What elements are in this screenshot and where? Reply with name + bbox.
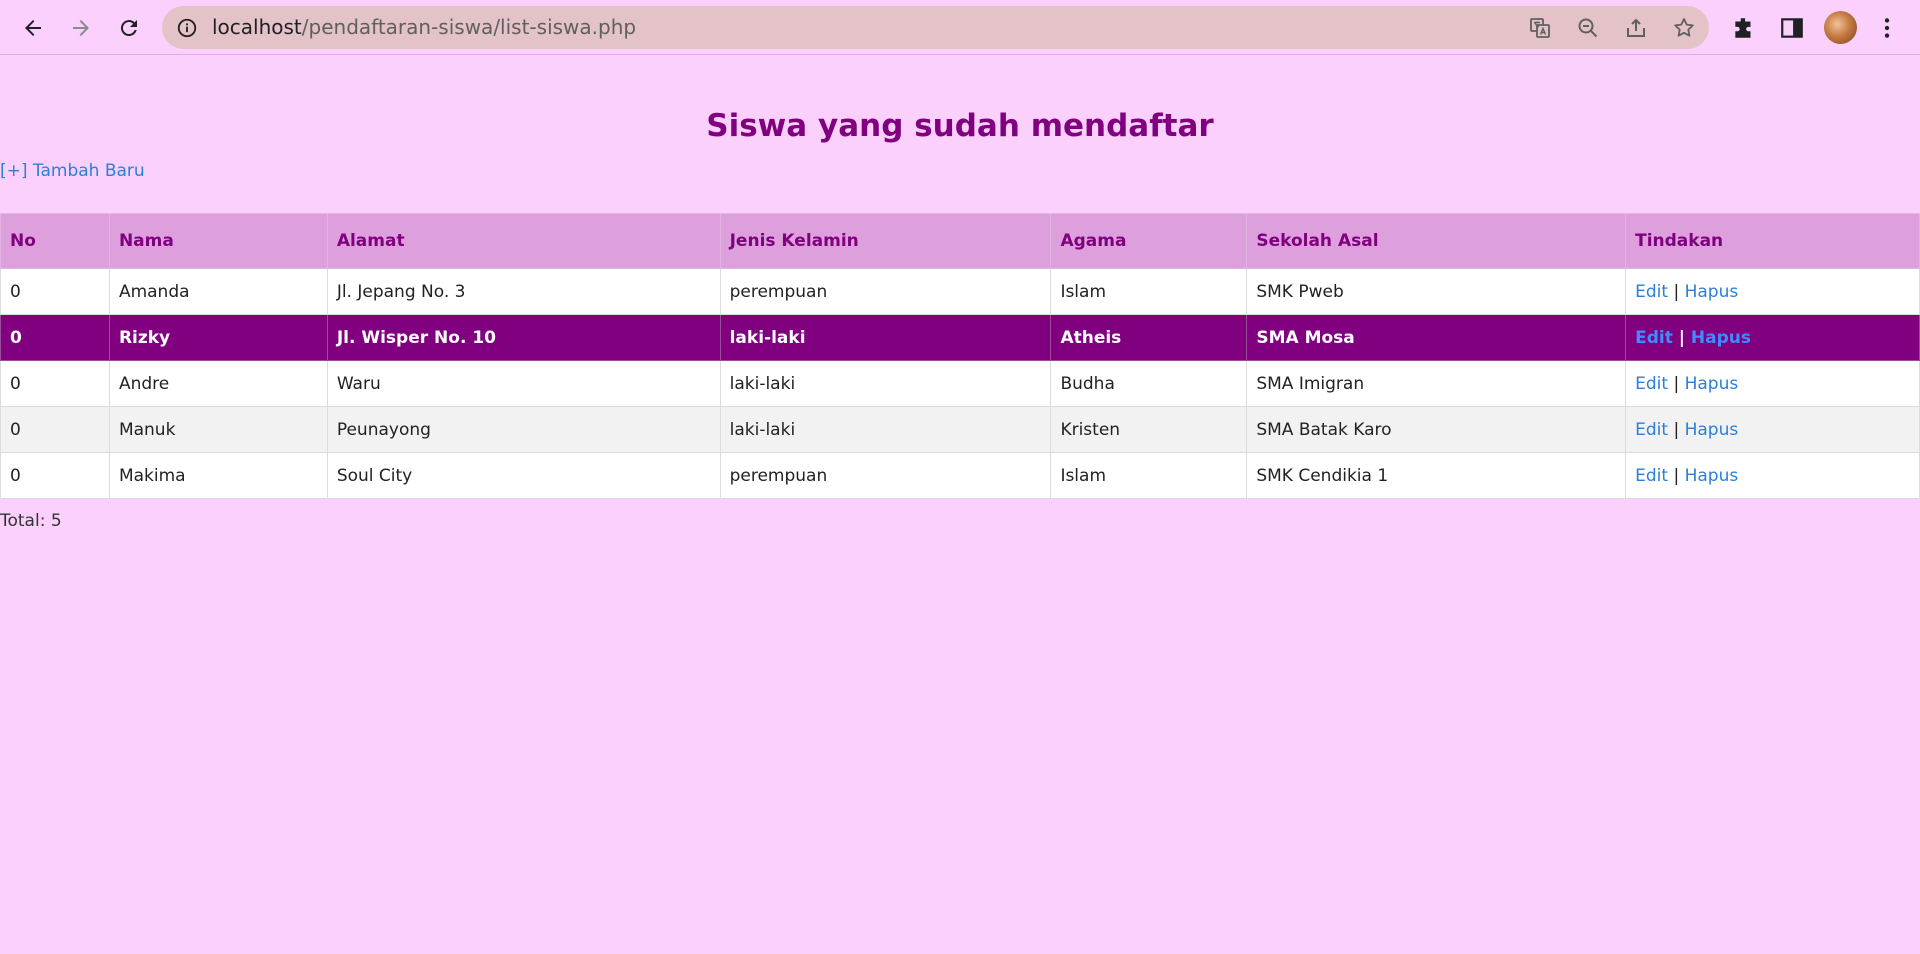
- header-sekolah-asal: Sekolah Asal: [1246, 213, 1627, 269]
- header-jenis-kelamin: Jenis Kelamin: [719, 213, 1052, 269]
- action-separator: |: [1673, 373, 1680, 394]
- forward-button[interactable]: [61, 8, 101, 48]
- browser-toolbar: localhost/pendaftaran-siswa/list-siswa.p…: [0, 0, 1920, 55]
- forward-arrow-icon: [73, 20, 89, 36]
- bookmark-star-icon: [1674, 18, 1694, 37]
- address-bar[interactable]: localhost/pendaftaran-siswa/list-siswa.p…: [162, 6, 1709, 49]
- site-info-icon[interactable]: [176, 17, 198, 39]
- share-icon: [1627, 18, 1645, 37]
- cell-agama: Islam: [1050, 268, 1248, 315]
- header-tindakan: Tindakan: [1625, 213, 1920, 269]
- edit-link[interactable]: Edit: [1635, 466, 1668, 486]
- cell-nama: Andre: [108, 360, 328, 407]
- cell-jenis-kelamin: laki-laki: [719, 406, 1052, 453]
- extensions-puzzle-icon: [1735, 18, 1751, 38]
- url-host: localhost: [212, 15, 302, 39]
- cell-nama: Manuk: [108, 406, 328, 453]
- reload-button[interactable]: [109, 8, 149, 48]
- edit-link[interactable]: Edit: [1635, 328, 1673, 348]
- header-no: No: [0, 213, 110, 269]
- cell-nama: Makima: [108, 452, 328, 499]
- action-separator: |: [1673, 281, 1680, 302]
- header-agama: Agama: [1050, 213, 1248, 269]
- cell-tindakan: Edit | Hapus: [1625, 314, 1920, 361]
- table-row: 0 Makima Soul City perempuan Islam SMK C…: [0, 452, 1920, 499]
- cell-agama: Atheis: [1050, 314, 1248, 361]
- profile-avatar[interactable]: [1824, 11, 1857, 44]
- page-title: Siswa yang sudah mendaftar: [706, 108, 1214, 144]
- edit-link[interactable]: Edit: [1635, 282, 1668, 302]
- cell-tindakan: Edit | Hapus: [1625, 360, 1920, 407]
- hapus-link[interactable]: Hapus: [1685, 374, 1739, 394]
- translate-icon: [1530, 18, 1550, 38]
- add-new-link[interactable]: [+] Tambah Baru: [0, 161, 145, 181]
- cell-jenis-kelamin: perempuan: [719, 268, 1052, 315]
- header-alamat: Alamat: [326, 213, 721, 269]
- translate-button[interactable]: [1527, 15, 1553, 41]
- cell-sekolah-asal: SMA Mosa: [1246, 314, 1627, 361]
- header-nama: Nama: [108, 213, 328, 269]
- cell-sekolah-asal: SMA Batak Karo: [1246, 406, 1627, 453]
- cell-alamat: Peunayong: [326, 406, 721, 453]
- table-header-row: No Nama Alamat Jenis Kelamin Agama Sekol…: [0, 213, 1920, 269]
- cell-tindakan: Edit | Hapus: [1625, 268, 1920, 315]
- hapus-link[interactable]: Hapus: [1685, 282, 1739, 302]
- cell-no: 0: [0, 406, 110, 453]
- reload-icon: [120, 20, 137, 37]
- edit-link[interactable]: Edit: [1635, 374, 1668, 394]
- kebab-menu-icon: [1884, 18, 1890, 38]
- zoom-out-icon: [1578, 18, 1598, 38]
- back-button[interactable]: [13, 8, 53, 48]
- cell-no: 0: [0, 314, 110, 361]
- hapus-link[interactable]: Hapus: [1691, 328, 1751, 348]
- side-panel-icon: [1781, 18, 1803, 38]
- menu-button[interactable]: [1873, 14, 1901, 42]
- table-row: 0 Manuk Peunayong laki-laki Kristen SMA …: [0, 406, 1920, 453]
- cell-alamat: Waru: [326, 360, 721, 407]
- cell-sekolah-asal: SMA Imigran: [1246, 360, 1627, 407]
- url-text[interactable]: localhost/pendaftaran-siswa/list-siswa.p…: [212, 6, 636, 49]
- hapus-link[interactable]: Hapus: [1685, 466, 1739, 486]
- zoom-button[interactable]: [1575, 15, 1601, 41]
- action-separator: |: [1678, 327, 1685, 348]
- edit-link[interactable]: Edit: [1635, 420, 1668, 440]
- cell-sekolah-asal: SMK Cendikia 1: [1246, 452, 1627, 499]
- hapus-link[interactable]: Hapus: [1685, 420, 1739, 440]
- cell-tindakan: Edit | Hapus: [1625, 452, 1920, 499]
- cell-nama: Amanda: [108, 268, 328, 315]
- url-path: /pendaftaran-siswa/list-siswa.php: [301, 15, 637, 39]
- cell-no: 0: [0, 268, 110, 315]
- bookmark-button[interactable]: [1671, 15, 1697, 41]
- cell-nama: Rizky: [108, 314, 328, 361]
- total-count: Total: 5: [0, 511, 62, 531]
- cell-alamat: Jl. Jepang No. 3: [326, 268, 721, 315]
- back-arrow-icon: [25, 20, 41, 36]
- cell-agama: Islam: [1050, 452, 1248, 499]
- cell-jenis-kelamin: laki-laki: [719, 314, 1052, 361]
- cell-agama: Budha: [1050, 360, 1248, 407]
- students-table: No Nama Alamat Jenis Kelamin Agama Sekol…: [0, 213, 1920, 499]
- table-row: 0 Andre Waru laki-laki Budha SMA Imigran…: [0, 360, 1920, 407]
- cell-jenis-kelamin: perempuan: [719, 452, 1052, 499]
- share-button[interactable]: [1623, 15, 1649, 41]
- extensions-button[interactable]: [1730, 14, 1758, 42]
- cell-no: 0: [0, 360, 110, 407]
- cell-no: 0: [0, 452, 110, 499]
- side-panel-button[interactable]: [1778, 14, 1806, 42]
- cell-alamat: Soul City: [326, 452, 721, 499]
- table-row: 0 Amanda Jl. Jepang No. 3 perempuan Isla…: [0, 268, 1920, 315]
- action-separator: |: [1673, 419, 1680, 440]
- cell-alamat: Jl. Wisper No. 10: [326, 314, 721, 361]
- cell-agama: Kristen: [1050, 406, 1248, 453]
- cell-tindakan: Edit | Hapus: [1625, 406, 1920, 453]
- cell-jenis-kelamin: laki-laki: [719, 360, 1052, 407]
- table-row: 0 Rizky Jl. Wisper No. 10 laki-laki Athe…: [0, 314, 1920, 361]
- cell-sekolah-asal: SMK Pweb: [1246, 268, 1627, 315]
- action-separator: |: [1673, 465, 1680, 486]
